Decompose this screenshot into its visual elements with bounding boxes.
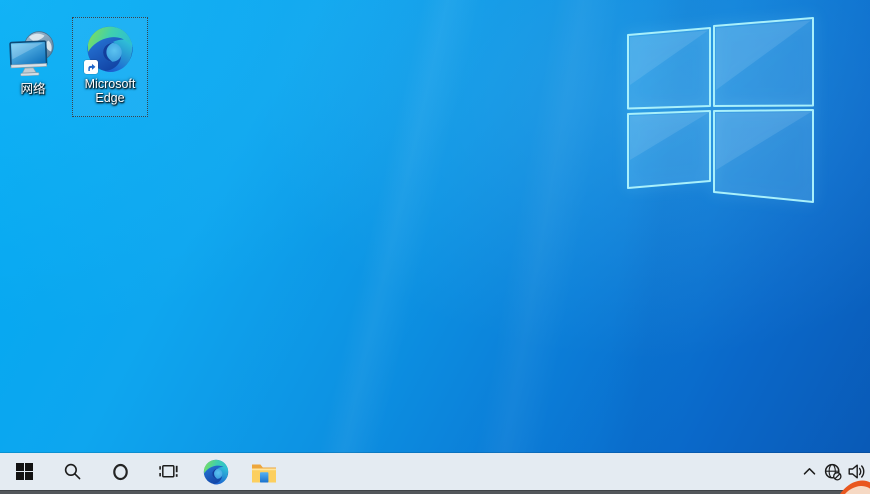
- desktop-surface[interactable]: 网络 Microsoft Edge: [0, 0, 870, 494]
- edge-taskbar-button[interactable]: [192, 453, 240, 490]
- search-button[interactable]: [48, 453, 96, 490]
- file-explorer-button[interactable]: [240, 453, 288, 490]
- desktop-icon-network[interactable]: 网络: [2, 30, 64, 96]
- windows-flag-logo: [625, 10, 817, 208]
- windows-start-icon: [16, 463, 33, 480]
- network-globe-monitor-icon: [9, 30, 57, 78]
- desktop-icon-microsoft-edge[interactable]: Microsoft Edge: [72, 17, 148, 117]
- shortcut-arrow-icon: [84, 60, 98, 74]
- globe-no-internet-icon: [824, 463, 842, 481]
- start-button[interactable]: [0, 453, 48, 490]
- search-icon: [64, 463, 81, 480]
- edge-logo-icon: [203, 459, 229, 485]
- task-view-icon: [159, 463, 178, 480]
- cortana-button[interactable]: [96, 453, 144, 490]
- bottom-border-strip: [0, 490, 870, 494]
- cortana-circle-icon: [112, 463, 129, 481]
- folder-icon: [251, 460, 277, 484]
- taskbar: [0, 453, 870, 490]
- show-hidden-icons-button[interactable]: [797, 453, 821, 490]
- task-view-button[interactable]: [144, 453, 192, 490]
- desktop-icon-label: 网络: [20, 82, 45, 96]
- speaker-icon: [848, 464, 867, 479]
- chevron-up-icon: [803, 467, 816, 476]
- orange-swoosh-logo: [840, 479, 870, 494]
- desktop-icon-label: Microsoft Edge: [75, 77, 145, 105]
